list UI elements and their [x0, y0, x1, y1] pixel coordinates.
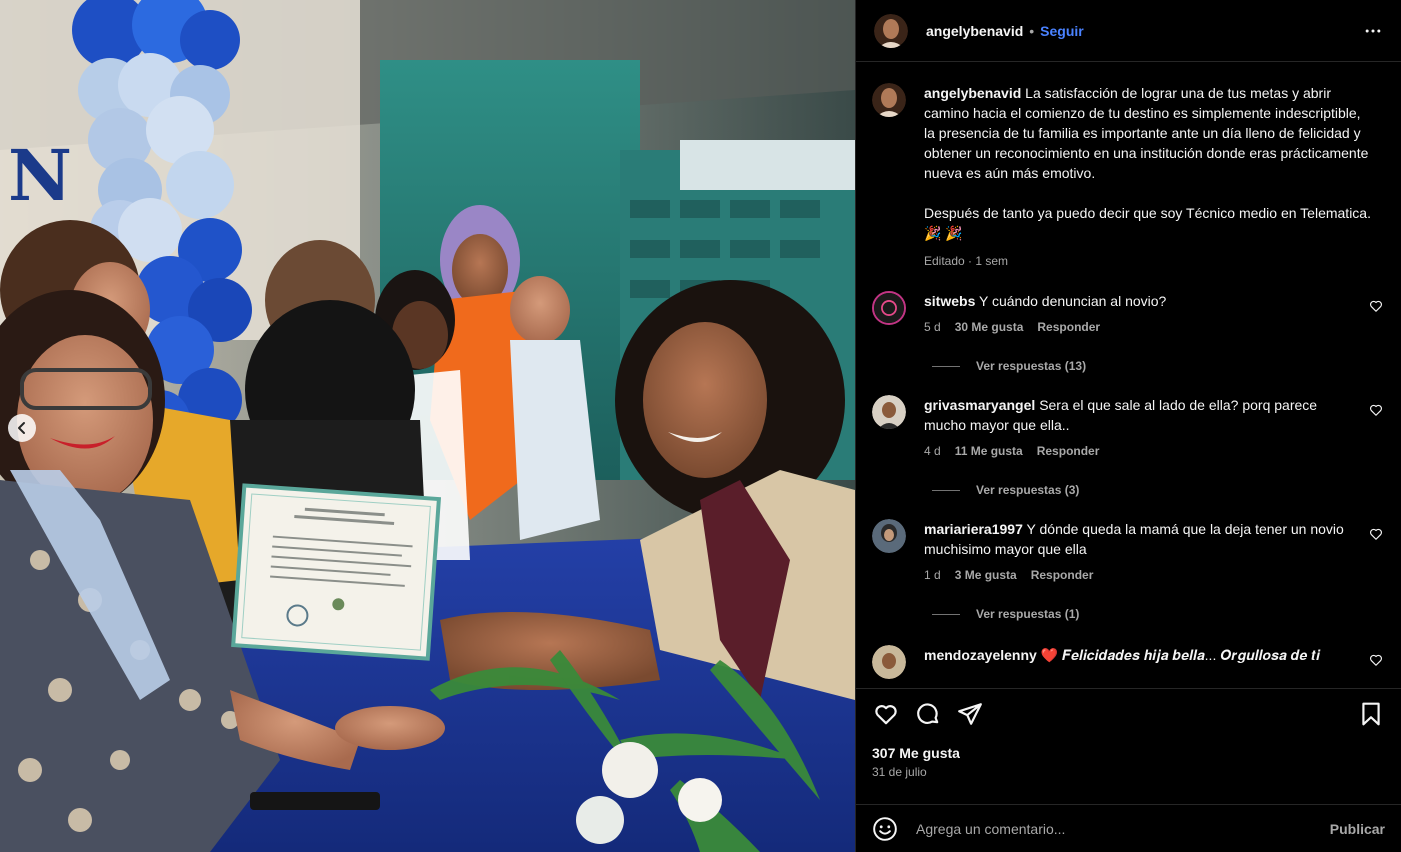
header-separator: • [1029, 22, 1035, 39]
comment-text: ❤️ 𝑭𝒆𝒍𝒊𝒄𝒊𝒅𝒂𝒅𝒆𝒔 𝒉𝒊𝒋𝒂 𝒃𝒆𝒍𝒍𝒂... 𝑶𝒓𝒈𝒖𝒍𝒍𝒐𝒔𝒂 𝒅… [1040, 647, 1320, 663]
comment-username[interactable]: grivasmaryangel [924, 397, 1035, 413]
post-caption: angelybenavid La satisfacción de lograr … [872, 63, 1385, 271]
commenter-avatar[interactable] [872, 395, 906, 429]
comments-list[interactable]: angelybenavid La satisfacción de lograr … [856, 63, 1401, 687]
instagram-post-view: N angelybenavid • Seguir angelybenavid L… [0, 0, 1401, 852]
comment-time: 4 d [924, 444, 941, 458]
profile-photo [872, 83, 906, 117]
profile-photo [874, 13, 908, 48]
heart-icon[interactable] [1369, 527, 1383, 541]
author-avatar[interactable] [874, 13, 908, 48]
comment-item: grivasmaryangel Sera el que sale al lado… [872, 395, 1385, 461]
commenter-avatar[interactable] [872, 519, 906, 553]
profile-photo [872, 645, 906, 679]
replies-divider [932, 613, 960, 615]
view-replies-button[interactable]: Ver respuestas (13) [932, 359, 1385, 373]
comment-username[interactable]: mendozayelenny [924, 647, 1037, 663]
more-options-icon [1365, 29, 1381, 32]
post-header: angelybenavid • Seguir [856, 0, 1401, 62]
view-replies-label: Ver respuestas (13) [976, 359, 1087, 373]
carousel-prev-button[interactable] [8, 414, 36, 442]
post-actions: 307 Me gusta 31 de julio [856, 688, 1401, 798]
comment-item: mendozayelenny ❤️ 𝑭𝒆𝒍𝒊𝒄𝒊𝒅𝒂𝒅𝒆𝒔 𝒉𝒊𝒋𝒂 𝒃𝒆𝒍𝒍𝒂… [872, 645, 1385, 679]
commenter-avatar[interactable] [872, 645, 906, 679]
share-button[interactable] [956, 700, 984, 728]
author-username[interactable]: angelybenavid [926, 23, 1023, 39]
comment-button[interactable] [914, 700, 942, 728]
post-side-panel: angelybenavid • Seguir angelybenavid La … [855, 0, 1401, 852]
comment-likes[interactable]: 11 Me gusta [955, 441, 1023, 461]
save-button[interactable] [1357, 700, 1385, 728]
like-button[interactable] [872, 700, 900, 728]
more-options-button[interactable] [1361, 19, 1385, 43]
likes-count[interactable]: 307 Me gusta [872, 745, 1385, 761]
commenter-avatar[interactable] [872, 291, 906, 325]
post-photo[interactable]: N [0, 0, 855, 852]
view-replies-button[interactable]: Ver respuestas (3) [932, 483, 1385, 497]
comment-icon [917, 703, 939, 724]
replies-divider [932, 365, 960, 367]
bookmark-icon [1362, 702, 1380, 726]
emoji-icon[interactable] [872, 816, 898, 842]
share-icon [958, 703, 982, 725]
reply-button[interactable]: Responder [1031, 565, 1094, 585]
heart-icon[interactable] [1369, 403, 1383, 417]
comment-time: 1 d [924, 568, 941, 582]
chevron-left-icon [18, 422, 25, 434]
view-replies-label: Ver respuestas (3) [976, 483, 1080, 497]
profile-photo [874, 293, 904, 323]
post-date: 31 de julio [872, 765, 927, 779]
comment-username[interactable]: mariariera1997 [924, 521, 1023, 537]
author-avatar[interactable] [872, 83, 906, 117]
comment-likes[interactable]: 3 Me gusta [955, 565, 1017, 585]
graduation-photo: N [0, 0, 855, 852]
comment-item: mariariera1997 Y dónde queda la mamá que… [872, 519, 1385, 585]
profile-photo [872, 395, 906, 429]
reply-button[interactable]: Responder [1037, 441, 1100, 461]
publish-button[interactable]: Publicar [1330, 821, 1385, 837]
caption-edited: Editado · 1 sem [924, 254, 1009, 268]
comment-likes[interactable]: 30 Me gusta [955, 317, 1024, 337]
view-replies-button[interactable]: Ver respuestas (1) [932, 607, 1385, 621]
heart-icon[interactable] [1369, 653, 1383, 667]
view-replies-label: Ver respuestas (1) [976, 607, 1080, 621]
comment-username[interactable]: sitwebs [924, 293, 975, 309]
profile-photo [872, 519, 906, 553]
comment-item: sitwebs Y cuándo denuncian al novio? 5 d… [872, 291, 1385, 337]
heart-icon[interactable] [1369, 299, 1383, 313]
comment-text: Y cuándo denuncian al novio? [979, 293, 1167, 309]
reply-button[interactable]: Responder [1037, 317, 1100, 337]
caption-text-2: Después de tanto ya puedo decir que soy … [924, 205, 1371, 241]
comment-input[interactable] [916, 820, 1330, 837]
follow-button[interactable]: Seguir [1040, 23, 1084, 39]
heart-icon [875, 705, 897, 725]
comment-time: 5 d [924, 320, 941, 334]
comment-composer: Publicar [856, 804, 1401, 852]
replies-divider [932, 489, 960, 491]
svg-text:N: N [8, 134, 72, 217]
caption-username[interactable]: angelybenavid [924, 85, 1021, 101]
